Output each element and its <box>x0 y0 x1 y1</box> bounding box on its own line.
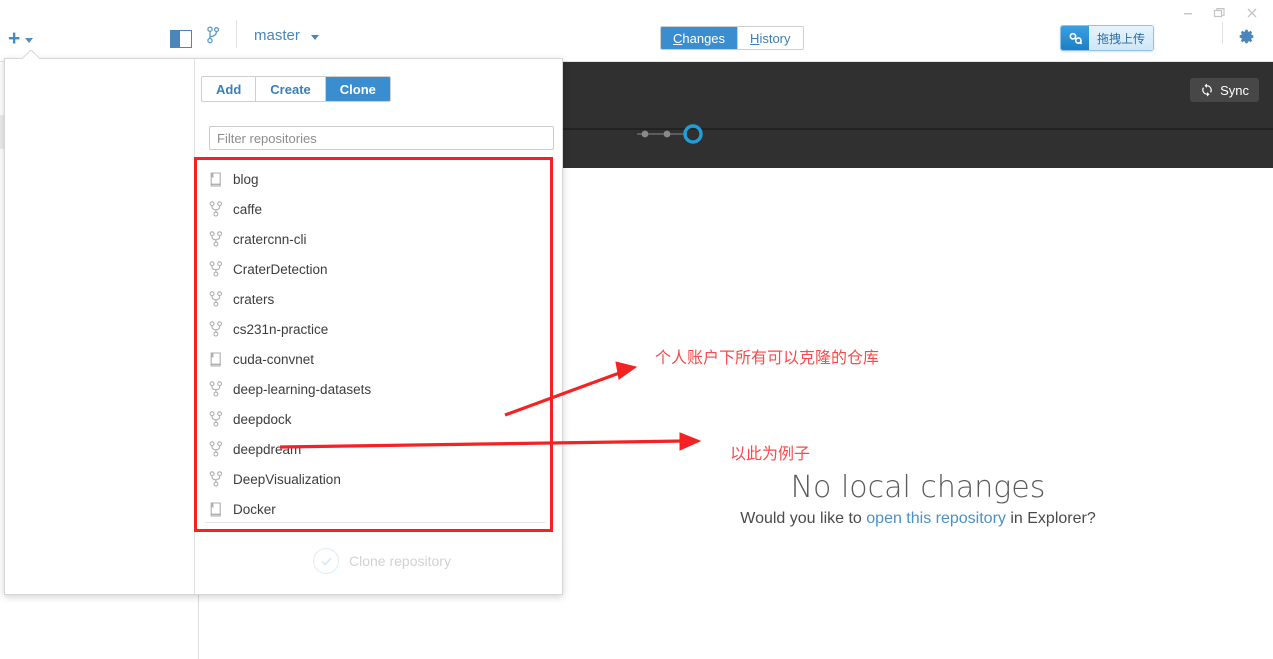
list-item[interactable]: caffe <box>197 194 550 224</box>
repository-header-bar: Sync <box>563 62 1273 168</box>
main-content: No local changes Would you like to open … <box>563 168 1273 659</box>
fork-icon <box>209 441 223 457</box>
filter-repositories-input[interactable] <box>209 126 554 150</box>
view-tabs: Changes History <box>660 26 804 50</box>
repository-name: cuda-convnet <box>233 351 315 367</box>
close-icon[interactable] <box>1237 2 1267 24</box>
repository-list[interactable]: blog caffe cratercnn-cli CraterDetection cra… <box>197 160 550 524</box>
titlebar: + master ChangesHistory equest <box>0 0 1273 62</box>
repository-name: CraterDetection <box>233 261 328 277</box>
tab-accelerator: H <box>750 30 760 46</box>
chevron-down-icon <box>25 37 34 43</box>
tab-accelerator: C <box>673 30 683 46</box>
fork-icon <box>209 291 223 307</box>
repository-name: caffe <box>233 201 263 217</box>
branch-name-label: master <box>254 26 300 44</box>
tab-changes[interactable]: Changes <box>661 27 738 49</box>
gear-icon[interactable] <box>1238 28 1255 50</box>
repository-name: deepdream <box>233 441 302 457</box>
no-local-changes-title: No local changes <box>790 470 1046 505</box>
fork-icon <box>209 411 223 427</box>
tab-add[interactable]: Add <box>202 77 256 101</box>
commit-graph <box>637 124 703 144</box>
repository-name: cs231n-practice <box>233 321 329 337</box>
repository-name: DeepVisualization <box>233 471 341 487</box>
fork-icon <box>209 231 223 247</box>
chevron-down-icon <box>310 34 319 40</box>
sync-label: Sync <box>1220 82 1249 98</box>
window-controls <box>1173 2 1267 24</box>
list-item[interactable]: blog <box>197 164 550 194</box>
sync-button[interactable]: Sync <box>1190 78 1259 102</box>
drag-upload-label: 拖拽上传 <box>1089 26 1154 50</box>
repo-icon <box>209 501 223 517</box>
repository-name: craters <box>233 291 275 307</box>
repo-icon <box>209 351 223 367</box>
baidu-netdisk-logo-icon <box>1061 26 1089 50</box>
repository-name: deepdock <box>233 411 292 427</box>
branch-selector[interactable]: master <box>206 26 319 44</box>
popover-tabs: Add Create Clone <box>201 76 391 102</box>
repository-name: blog <box>233 171 259 187</box>
open-repository-link[interactable]: open this repository <box>866 510 1006 527</box>
app-window: + master ChangesHistory equest <box>0 0 1273 659</box>
check-circle-icon <box>313 548 339 574</box>
list-item[interactable]: CraterDetection <box>197 254 550 284</box>
list-item[interactable]: cuda-convnet <box>197 344 550 374</box>
repository-name: deep-learning-datasets <box>233 381 372 397</box>
popover-arrow <box>23 50 39 59</box>
list-item[interactable]: craters <box>197 284 550 314</box>
tab-create[interactable]: Create <box>255 77 325 101</box>
branch-icon <box>207 26 220 44</box>
fork-icon <box>209 471 223 487</box>
clone-repository-button[interactable]: Clone repository <box>313 548 451 574</box>
clone-repository-label: Clone repository <box>349 553 451 569</box>
list-divider <box>205 522 545 523</box>
list-item[interactable]: deepdream <box>197 434 550 464</box>
fork-icon <box>209 321 223 337</box>
subtitle-prefix: Would you like to <box>740 510 867 527</box>
no-local-changes-subtitle: Would you like to open this repository i… <box>563 510 1273 528</box>
list-item[interactable]: deep-learning-datasets <box>197 374 550 404</box>
fork-icon <box>209 201 223 217</box>
plus-icon: + <box>8 27 21 50</box>
repository-list-highlight: blog caffe cratercnn-cli CraterDetection cra… <box>194 157 553 532</box>
subtitle-suffix: in Explorer? <box>1005 510 1096 527</box>
sidebar-toggle-icon[interactable] <box>170 30 192 48</box>
fork-icon <box>209 381 223 397</box>
tab-label-rest: hanges <box>682 30 726 46</box>
repository-name: cratercnn-cli <box>233 231 307 247</box>
tab-clone[interactable]: Clone <box>324 77 390 101</box>
restore-icon[interactable] <box>1205 2 1235 24</box>
list-item[interactable]: deepdock <box>197 404 550 434</box>
tab-label-rest: istory <box>759 30 791 46</box>
drag-upload-widget[interactable]: 拖拽上传 <box>1060 25 1155 51</box>
sync-icon <box>1202 83 1212 97</box>
popover-left-pane <box>5 59 195 594</box>
add-repository-button[interactable]: + <box>8 27 34 50</box>
tab-history[interactable]: History <box>737 27 803 49</box>
popover-right-pane: Add Create Clone blog caffe cratercnn-cli C… <box>194 59 562 594</box>
repository-name: Docker <box>233 501 276 517</box>
list-item[interactable]: Docker <box>197 494 550 524</box>
minimize-icon[interactable] <box>1173 2 1203 24</box>
annotation-text-1: 个人账户下所有可以克隆的仓库 <box>655 348 880 367</box>
list-item[interactable]: cratercnn-cli <box>197 224 550 254</box>
repo-icon <box>209 171 223 187</box>
fork-icon <box>209 261 223 277</box>
toolbar-divider-2 <box>1222 22 1223 44</box>
clone-repository-popover: Add Create Clone blog caffe cratercnn-cli C… <box>4 58 563 595</box>
list-item[interactable]: cs231n-practice <box>197 314 550 344</box>
annotation-text-2: 以此为例子 <box>730 444 811 463</box>
list-item[interactable]: DeepVisualization <box>197 464 550 494</box>
